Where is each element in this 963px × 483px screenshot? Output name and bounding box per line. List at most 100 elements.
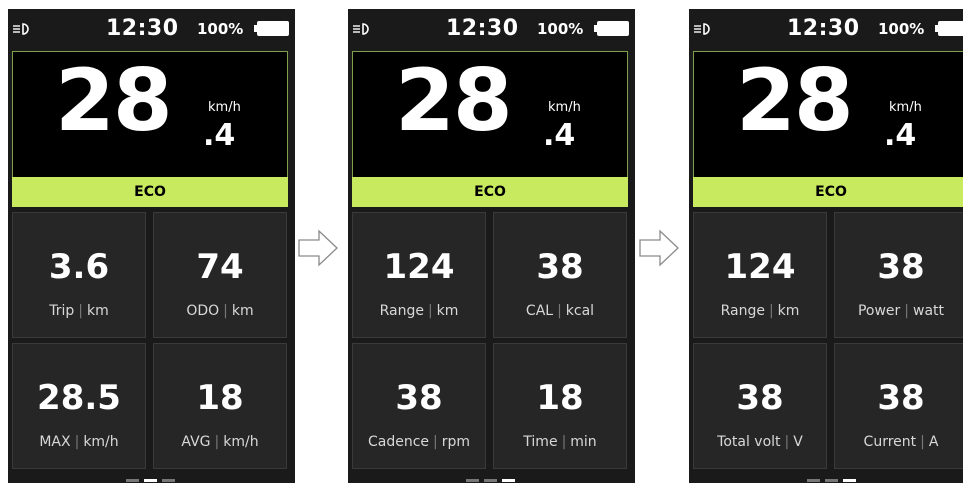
display-screen-2: 12:30 100% 28 km/h .4 ECO 124 Range | km 3…	[348, 9, 635, 483]
page-dot	[807, 479, 820, 482]
tile-label-text: Power	[857, 303, 901, 319]
clock: 12:30	[446, 16, 519, 41]
separator: |	[920, 434, 925, 450]
data-tile-total-volt: 38 Total volt | V	[693, 343, 827, 469]
speed-display: 28 km/h .4	[693, 51, 963, 178]
tile-label-text: CAL	[525, 303, 554, 319]
tile-unit: km	[777, 303, 800, 319]
tile-label: Total volt | V	[694, 434, 826, 450]
data-tile-time: 18 Time | min	[493, 343, 627, 469]
data-tile-trip: 3.6 Trip | km	[12, 212, 146, 338]
tile-value: 18	[536, 378, 584, 418]
data-tile-current: 38 Current | A	[834, 343, 963, 469]
tile-label: Power | watt	[835, 303, 963, 319]
tile-unit: km	[436, 303, 459, 319]
battery-icon	[594, 21, 629, 36]
tile-label: CAL | kcal	[494, 303, 626, 319]
data-tile-cadence: 38 Cadence | rpm	[352, 343, 486, 469]
data-tile-range: 124 Range | km	[693, 212, 827, 338]
page-dot	[484, 479, 497, 482]
separator: |	[784, 434, 790, 450]
speed-integer: 28	[736, 51, 854, 151]
separator: |	[557, 303, 562, 319]
page-dot-active	[144, 479, 157, 482]
status-bar: 12:30 100%	[8, 9, 295, 49]
speed-display: 28 km/h .4	[352, 51, 628, 178]
tile-value: 18	[196, 378, 244, 418]
separator: |	[427, 303, 433, 319]
tile-value: 74	[196, 247, 244, 287]
data-tile-avg: 18 AVG | km/h	[153, 343, 287, 469]
page-dot	[466, 479, 479, 482]
tile-unit: kcal	[565, 303, 595, 319]
data-tile-odo: 74 ODO | km	[153, 212, 287, 338]
battery-percentage: 100%	[197, 20, 244, 38]
tile-value: 38	[736, 378, 784, 418]
tile-label-text: Trip	[49, 303, 75, 319]
tile-unit: min	[570, 434, 597, 450]
tile-label-text: ODO	[186, 303, 220, 319]
tile-label: Time | min	[494, 434, 626, 450]
tile-unit: km/h	[83, 434, 119, 450]
speed-unit: km/h	[208, 100, 241, 115]
data-tile-range: 124 Range | km	[352, 212, 486, 338]
tile-label: Current | A	[835, 434, 963, 450]
separator: |	[214, 434, 220, 450]
battery-percentage: 100%	[537, 20, 584, 38]
headlight-icon	[13, 23, 29, 35]
assist-mode-bar: ECO	[352, 177, 628, 207]
speed-decimal: .4	[543, 118, 576, 153]
speed-decimal: .4	[884, 118, 917, 153]
tile-label: AVG | km/h	[154, 434, 286, 450]
tile-unit: km	[87, 303, 109, 319]
separator: |	[561, 434, 567, 450]
tile-value: 3.6	[48, 247, 110, 287]
headlight-icon	[694, 23, 710, 35]
page-dot	[162, 479, 175, 482]
tile-unit: rpm	[441, 434, 471, 450]
speed-integer: 28	[395, 51, 513, 151]
right-arrow-icon	[298, 229, 338, 267]
separator: |	[223, 303, 228, 319]
page-indicator	[464, 479, 516, 483]
tile-value: 38	[536, 247, 584, 287]
headlight-icon	[353, 23, 369, 35]
battery-icon	[935, 21, 963, 36]
tile-unit: V	[793, 434, 803, 450]
tile-label-text: Range	[379, 303, 424, 319]
data-tile-power: 38 Power | watt	[834, 212, 963, 338]
battery-percentage: 100%	[878, 20, 925, 38]
separator: |	[78, 303, 83, 319]
tile-unit: watt	[913, 303, 945, 319]
tile-unit: km/h	[223, 434, 259, 450]
page-indicator	[805, 479, 857, 483]
tile-label-text: Cadence	[367, 434, 430, 450]
speed-unit: km/h	[889, 100, 922, 115]
status-bar: 12:30 100%	[348, 9, 635, 49]
tile-label: Range | km	[694, 303, 826, 319]
separator: |	[768, 303, 774, 319]
status-bar: 12:30 100%	[689, 9, 963, 49]
tile-unit: A	[928, 434, 939, 450]
page-dot	[825, 479, 838, 482]
speed-integer: 28	[55, 51, 173, 151]
separator: |	[74, 434, 80, 450]
tile-label: MAX | km/h	[13, 434, 145, 450]
tile-value: 38	[877, 378, 925, 418]
display-screen-3: 12:30 100% 28 km/h .4 ECO 124 Range | km 3…	[689, 9, 963, 483]
data-tile-max: 28.5 MAX | km/h	[12, 343, 146, 469]
tile-label: Range | km	[353, 303, 485, 319]
right-arrow-icon	[639, 229, 679, 267]
assist-mode-bar: ECO	[693, 177, 963, 207]
tile-label-text: MAX	[39, 434, 71, 450]
tile-label: Cadence | rpm	[353, 434, 485, 450]
data-tile-cal: 38 CAL | kcal	[493, 212, 627, 338]
page-dot	[126, 479, 139, 482]
tile-label-text: Current	[863, 434, 917, 450]
tile-label: ODO | km	[154, 303, 286, 319]
separator: |	[904, 303, 910, 319]
page-dot-active	[502, 479, 515, 482]
speed-decimal: .4	[203, 118, 236, 153]
tile-value: 124	[383, 247, 455, 287]
assist-mode-bar: ECO	[12, 177, 288, 207]
